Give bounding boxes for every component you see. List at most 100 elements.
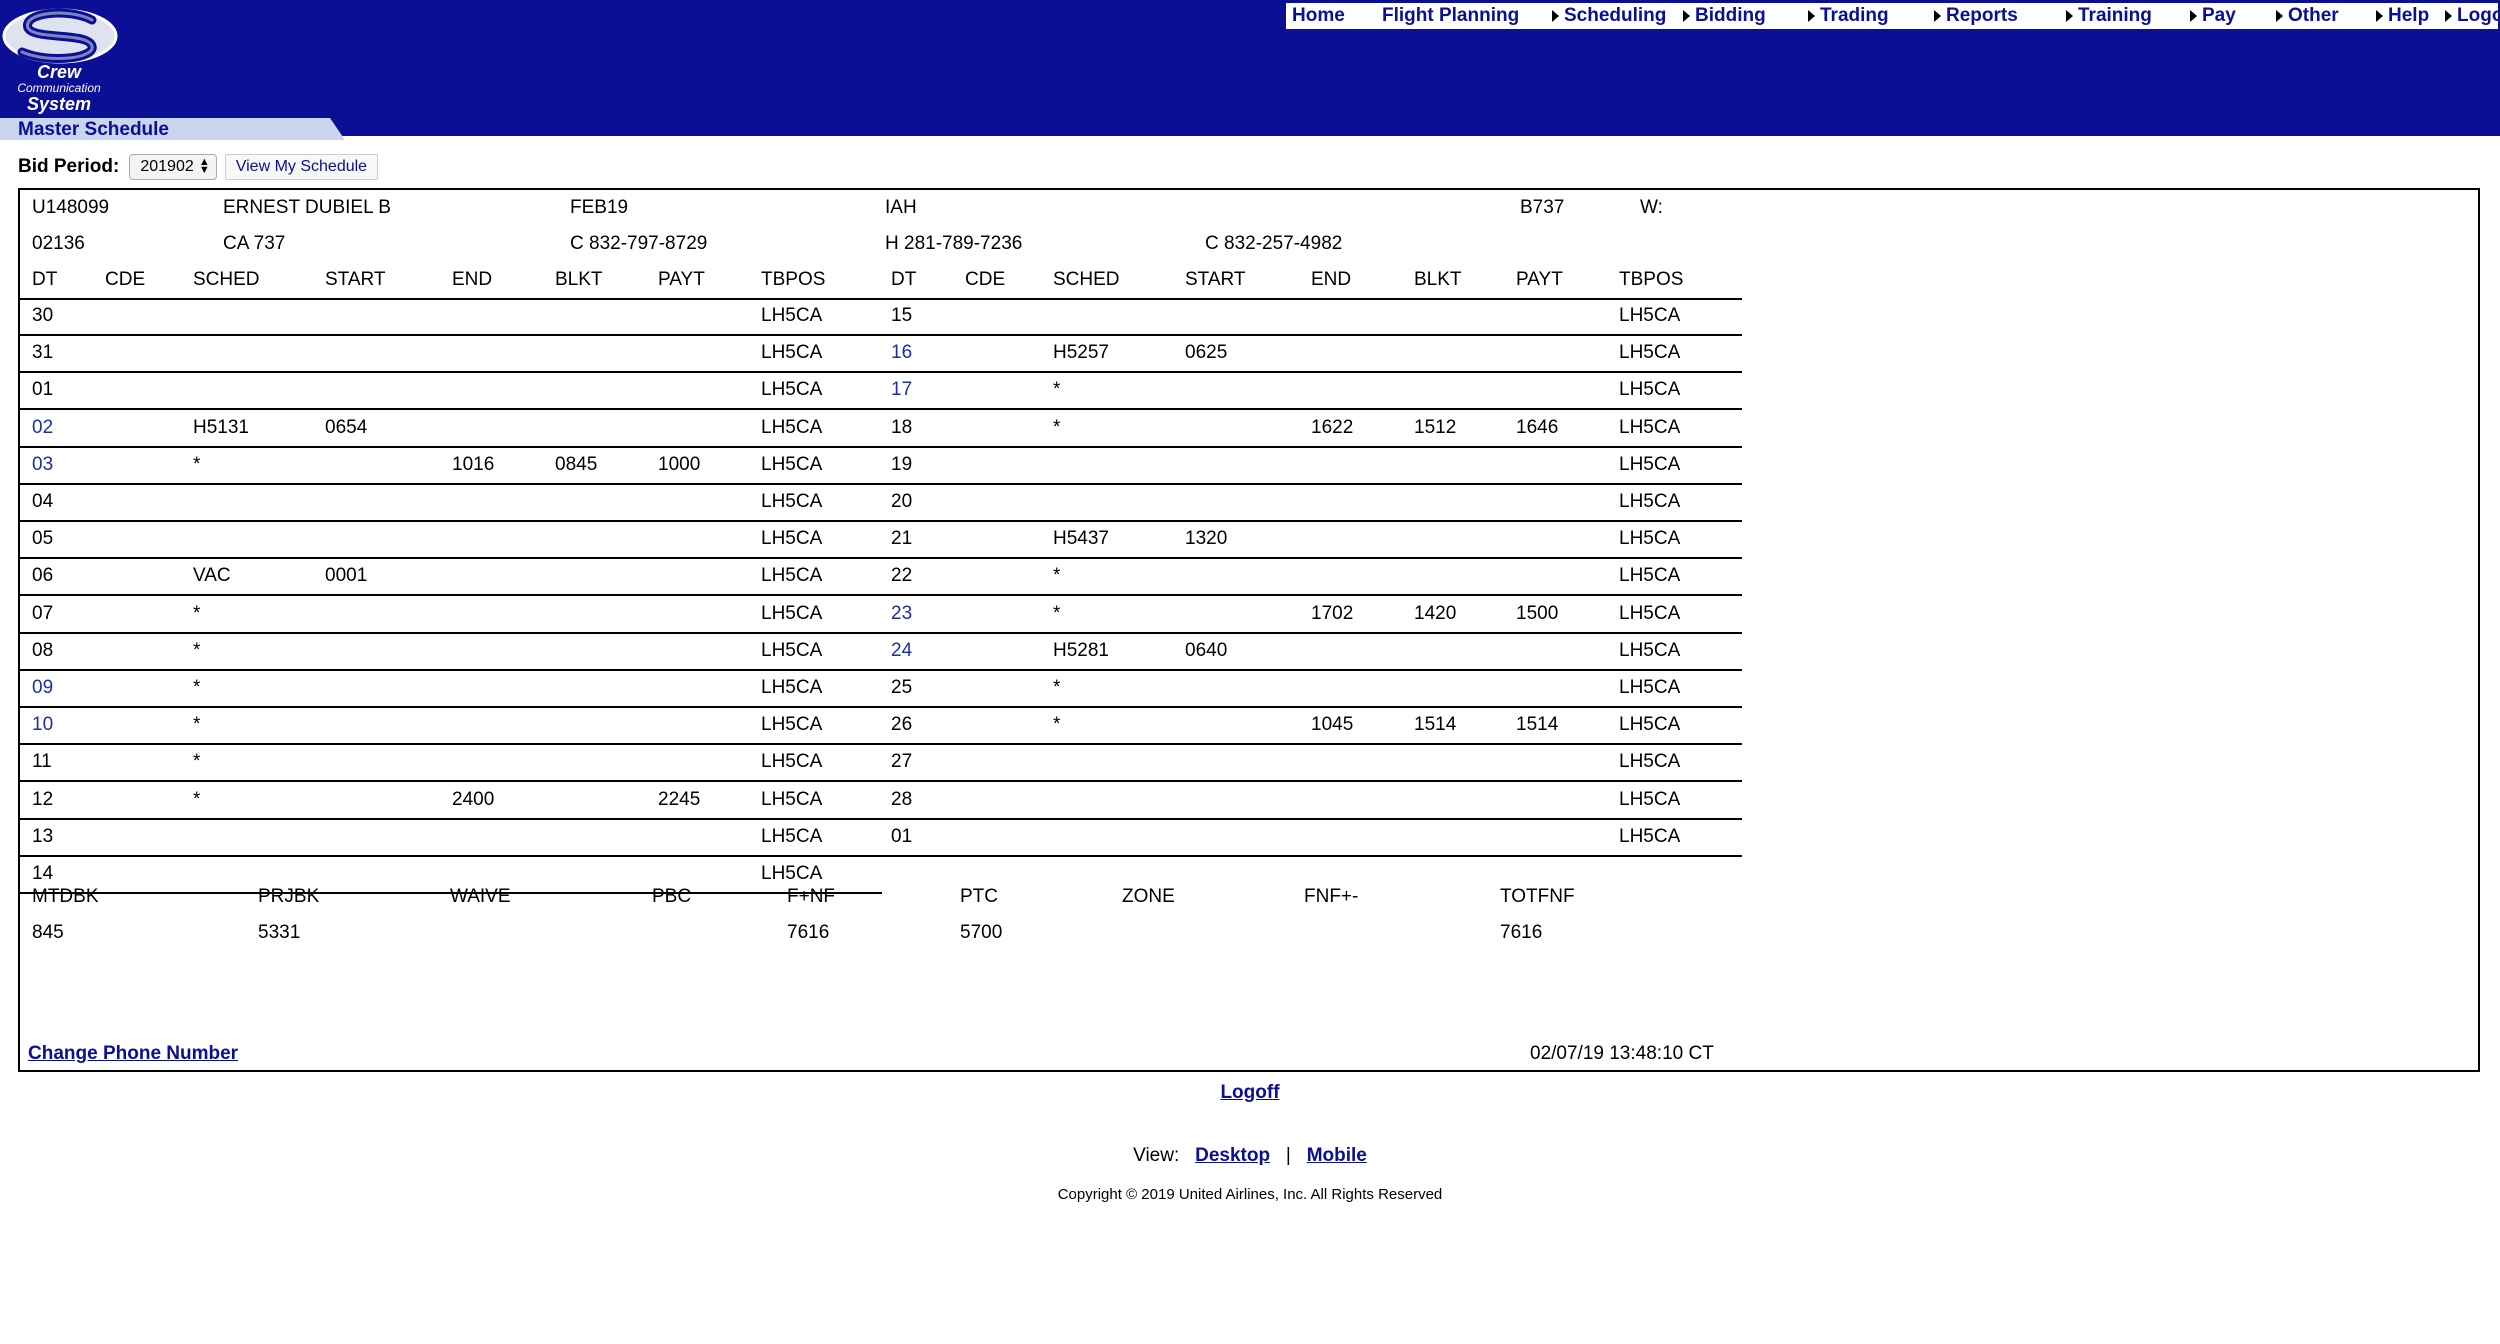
total-label-totfnf: TOTFNF	[1500, 886, 1575, 907]
start-cell: 0640	[1185, 639, 1228, 661]
date-cell: 20	[891, 491, 913, 512]
blkt-cell: 1514	[1414, 714, 1457, 736]
change-phone-number-link[interactable]: Change Phone Number	[28, 1043, 238, 1065]
col-header-sched: SCHED	[193, 269, 260, 290]
main-nav: Home Flight Planning Scheduling Bidding Trad…	[1286, 3, 2500, 29]
nav-pay[interactable]: Pay	[2190, 5, 2236, 27]
logoff-link[interactable]: Logoff	[1220, 1082, 1279, 1103]
menu-arrow-icon	[1934, 10, 1941, 22]
bid-period-select[interactable]: 201902 ▲ ▼	[129, 154, 217, 180]
nav-bidding[interactable]: Bidding	[1683, 5, 1766, 27]
date-cell[interactable]: 24	[891, 639, 912, 663]
row-divider	[20, 668, 1742, 671]
sched-cell: *	[1053, 565, 1061, 587]
tbpos-cell: LH5CA	[761, 863, 823, 884]
nav-home[interactable]: Home	[1292, 5, 1345, 27]
page-title: Master Schedule	[18, 119, 169, 140]
menu-arrow-icon	[2190, 10, 2197, 22]
tbpos-cell: LH5CA	[761, 639, 823, 661]
row-divider	[20, 743, 1742, 746]
menu-arrow-icon	[1552, 10, 1559, 22]
col-header-sched-right: SCHED	[1053, 269, 1120, 290]
nav-reports[interactable]: Reports	[1934, 5, 2018, 27]
tbpos-cell: LH5CA	[761, 602, 823, 624]
tbpos-cell: LH5CA	[761, 453, 823, 475]
sched-cell: *	[193, 677, 201, 698]
nav-trading[interactable]: Trading	[1808, 5, 1889, 27]
payt-cell: 1000	[658, 453, 701, 475]
nav-label: Bidding	[1695, 5, 1766, 26]
tbpos-cell: LH5CA	[1619, 639, 1681, 661]
date-cell[interactable]: 03	[32, 453, 53, 477]
nav-help[interactable]: Help	[2376, 5, 2429, 27]
mobile-view-link[interactable]: Mobile	[1307, 1145, 1367, 1166]
payt-cell: 1514	[1516, 714, 1559, 736]
tbpos-cell: LH5CA	[1619, 714, 1681, 736]
bid-period-value: 201902	[140, 158, 194, 175]
nav-label: Logout	[2457, 5, 2500, 26]
nav-training[interactable]: Training	[2066, 5, 2152, 27]
desktop-view-link[interactable]: Desktop	[1195, 1145, 1270, 1166]
nav-scheduling[interactable]: Scheduling	[1552, 5, 1666, 27]
total-label-ptc: PTC	[960, 886, 998, 907]
cell-phone-1: C 832-797-8729	[570, 233, 708, 254]
tbpos-cell: LH5CA	[761, 714, 823, 736]
payt-cell: 1646	[1516, 416, 1559, 438]
nav-other[interactable]: Other	[2276, 5, 2339, 27]
sched-cell: *	[193, 788, 201, 810]
view-separator: |	[1285, 1145, 1291, 1166]
date-cell: 28	[891, 788, 913, 810]
date-cell[interactable]: 10	[32, 713, 53, 737]
view-switcher: View: Desktop | Mobile	[0, 1145, 2500, 1167]
bid-period-bar: Bid Period: 201902 ▲ ▼ View My Schedule	[18, 154, 379, 180]
crew-name: ERNEST DUBIEL B	[223, 197, 391, 218]
row-divider	[20, 334, 1742, 336]
sched-cell: VAC	[193, 565, 231, 587]
nav-label: Scheduling	[1564, 5, 1667, 26]
sched-cell: *	[193, 751, 201, 773]
menu-arrow-icon	[2276, 10, 2283, 22]
date-cell: 13	[32, 825, 54, 847]
date-cell: 27	[891, 751, 913, 773]
timestamp: 02/07/19 13:48:10 CT	[1530, 1043, 1714, 1064]
row-divider	[20, 408, 1742, 411]
date-cell[interactable]: 23	[891, 602, 912, 626]
row-divider	[20, 557, 1742, 560]
sched-cell: H5437	[1053, 528, 1109, 550]
crew-id: U148099	[32, 197, 110, 218]
logoff-row: Logoff	[0, 1082, 2500, 1104]
date-cell: 12	[32, 788, 54, 810]
crew-communication-system-logo[interactable]: Crew Communication System	[0, 6, 120, 114]
tbpos-cell: LH5CA	[1619, 565, 1681, 587]
end-cell: 1622	[1311, 416, 1354, 438]
sched-cell: H5257	[1053, 342, 1109, 364]
view-my-schedule-button[interactable]: View My Schedule	[224, 154, 379, 180]
tbpos-cell: LH5CA	[761, 788, 823, 810]
employee-number: 02136	[32, 233, 85, 254]
tbpos-cell: LH5CA	[1619, 342, 1681, 364]
col-header-tbpos-right: TBPOS	[1619, 269, 1684, 290]
tbpos-cell: LH5CA	[761, 751, 823, 773]
sched-cell: *	[1053, 677, 1061, 698]
nav-logout[interactable]: Logout	[2445, 5, 2500, 27]
date-cell[interactable]: 02	[32, 416, 53, 440]
select-updown-icon: ▲ ▼	[198, 156, 210, 176]
date-cell: 06	[32, 565, 54, 587]
nav-flight-planning[interactable]: Flight Planning	[1382, 5, 1519, 27]
tbpos-cell: LH5CA	[761, 342, 823, 364]
tbpos-cell: LH5CA	[1619, 528, 1681, 550]
date-cell: 05	[32, 528, 54, 550]
nav-label: Trading	[1820, 5, 1889, 26]
nav-label: Home	[1292, 5, 1345, 26]
total-value-f-nf: 7616	[787, 922, 830, 943]
total-value-totfnf: 7616	[1500, 922, 1543, 943]
date-cell[interactable]: 17	[891, 378, 912, 402]
sched-cell: *	[193, 453, 201, 475]
tbpos-cell: LH5CA	[1619, 416, 1681, 438]
date-cell[interactable]: 16	[891, 341, 912, 365]
col-header-dt: DT	[32, 269, 58, 290]
date-cell[interactable]: 09	[32, 676, 53, 700]
row-divider	[20, 520, 1742, 522]
menu-arrow-icon	[2445, 10, 2452, 22]
sched-cell: *	[193, 602, 201, 624]
